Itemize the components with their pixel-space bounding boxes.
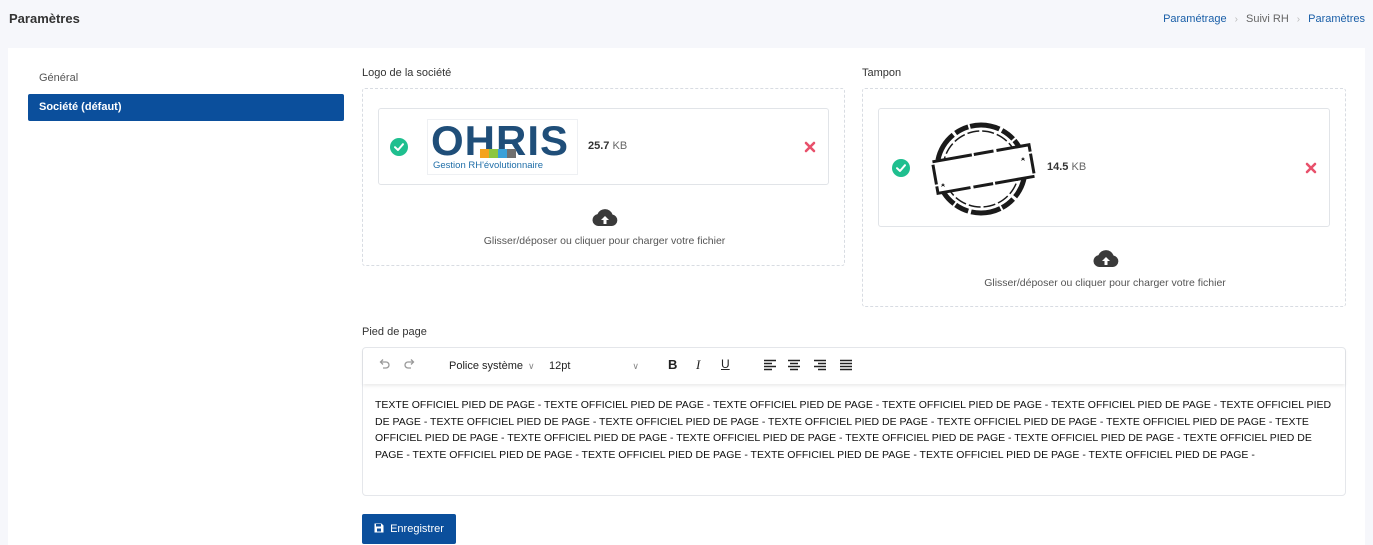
- cloud-upload-icon: [1093, 249, 1119, 269]
- bold-icon[interactable]: B: [668, 357, 677, 375]
- stamp-file-card: 14.5 KB: [878, 108, 1330, 227]
- underline-icon[interactable]: U: [721, 357, 730, 375]
- stamp-thumbnail: [929, 117, 1039, 221]
- logo-size-unit: KB: [612, 140, 628, 152]
- editor-content[interactable]: TEXTE OFFICIEL PIED DE PAGE - TEXTE OFFI…: [375, 397, 1335, 463]
- footer-rich-text-editor[interactable]: Police système ∨ 12pt ∨ B I U TEXTE OFFI…: [362, 347, 1346, 496]
- logo-thumbnail: OHRIS Gestion RH'évolutionnaire: [427, 119, 578, 175]
- breadcrumb-item-parametrage[interactable]: Paramétrage: [1163, 13, 1227, 25]
- font-family-value: Police système: [449, 360, 523, 372]
- stamp-file-size: 14.5 KB: [1047, 161, 1086, 173]
- chevron-down-icon: ∨: [632, 360, 639, 371]
- redo-icon[interactable]: [403, 357, 417, 375]
- chevron-right-icon: ›: [1234, 13, 1238, 25]
- stamp-size-value: 14.5: [1047, 161, 1069, 173]
- close-icon[interactable]: [1304, 161, 1318, 175]
- logo-file-card: OHRIS Gestion RH'évolutionnaire 25.7 KB: [378, 108, 829, 185]
- stamp-dropzone[interactable]: 14.5 KB Glisser/déposer ou cliquer pour …: [862, 88, 1346, 307]
- nav-item-societe[interactable]: Société (défaut): [28, 94, 344, 121]
- check-circle-icon: [892, 159, 910, 177]
- breadcrumb-item-suivi-rh[interactable]: Suivi RH: [1246, 13, 1289, 25]
- chevron-right-icon: ›: [1296, 13, 1301, 25]
- editor-toolbar: Police système ∨ 12pt ∨ B I U: [363, 348, 1345, 384]
- stamp-section-label: Tampon: [862, 67, 902, 79]
- logo-tagline: Gestion RH'évolutionnaire: [433, 160, 544, 171]
- stamp-upload-hint: Glisser/déposer ou cliquer pour charger …: [984, 277, 1226, 289]
- save-icon: [374, 523, 384, 536]
- logo-size-value: 25.7: [588, 140, 610, 152]
- align-center-icon[interactable]: [787, 359, 801, 377]
- logo-color-bar: [480, 149, 516, 158]
- right-gutter: [1365, 48, 1373, 545]
- undo-icon[interactable]: [377, 357, 391, 375]
- close-icon[interactable]: [803, 140, 817, 154]
- font-family-select[interactable]: Police système ∨: [449, 357, 539, 375]
- nav-item-general[interactable]: Général: [28, 65, 344, 92]
- align-justify-icon[interactable]: [839, 359, 853, 377]
- logo-upload-hint: Glisser/déposer ou cliquer pour charger …: [483, 235, 726, 247]
- cloud-upload-icon: [592, 208, 618, 228]
- align-left-icon[interactable]: [763, 359, 777, 377]
- check-circle-icon: [390, 138, 408, 156]
- chevron-down-icon: ∨: [527, 360, 535, 371]
- logo-section-label: Logo de la société: [362, 67, 452, 79]
- page-header: Paramètres Paramétrage › Suivi RH › Para…: [0, 0, 1373, 48]
- left-gutter: [0, 48, 8, 545]
- stamp-size-unit: KB: [1071, 161, 1087, 173]
- italic-icon[interactable]: I: [696, 357, 700, 375]
- font-size-value: 12pt: [549, 360, 571, 372]
- page-title: Paramètres: [9, 11, 80, 26]
- breadcrumb-item-parametres: Paramètres: [1308, 13, 1365, 25]
- logo-file-size: 25.7 KB: [588, 140, 627, 152]
- breadcrumb: Paramétrage › Suivi RH › Paramètres: [1163, 13, 1365, 25]
- save-button[interactable]: Enregistrer: [362, 514, 456, 544]
- logo-dropzone[interactable]: OHRIS Gestion RH'évolutionnaire 25.7 KB …: [362, 88, 845, 266]
- align-right-icon[interactable]: [813, 359, 827, 377]
- footer-section-label: Pied de page: [362, 326, 427, 338]
- font-size-select[interactable]: 12pt ∨: [549, 357, 639, 375]
- save-button-label: Enregistrer: [390, 523, 444, 535]
